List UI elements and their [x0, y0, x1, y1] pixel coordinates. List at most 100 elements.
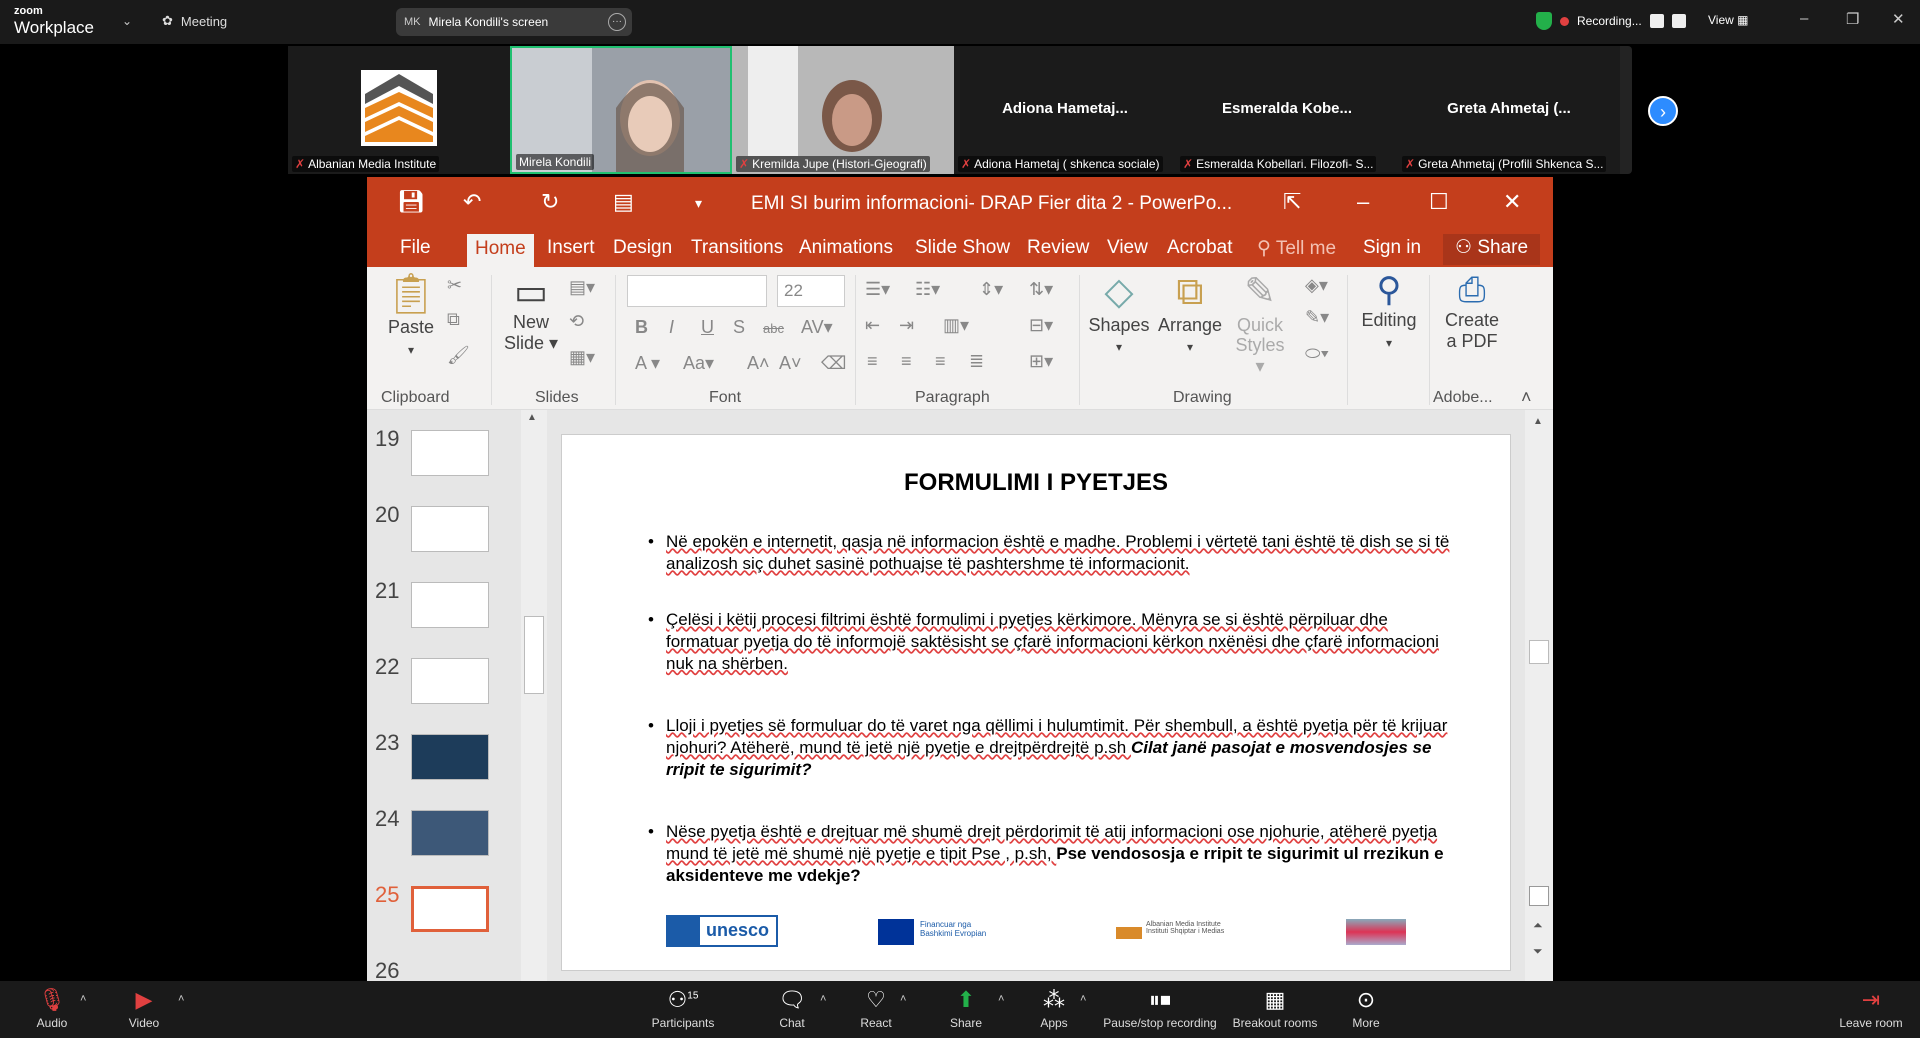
- next-page-icon[interactable]: ›: [1648, 96, 1678, 126]
- tab-tell-me[interactable]: ⚲ Tell me: [1257, 237, 1336, 260]
- tab-view[interactable]: View: [1107, 237, 1148, 259]
- participants-button[interactable]: ⚇15 Participants: [648, 989, 718, 1030]
- pause-recording-button[interactable]: ⏸⏹ Pause/stop recording: [1098, 989, 1222, 1030]
- scroll-up-icon[interactable]: ▲: [1533, 416, 1543, 427]
- tab-slide-show[interactable]: Slide Show: [915, 237, 1010, 259]
- slide-thumbnail[interactable]: [411, 506, 489, 552]
- react-button[interactable]: ♡ React: [858, 989, 894, 1030]
- leave-room-button[interactable]: ⇥ Leave room: [1836, 989, 1906, 1030]
- smartart-icon[interactable]: ⊞▾: [1029, 351, 1053, 372]
- tab-design[interactable]: Design: [613, 237, 672, 259]
- create-pdf-button[interactable]: ⎙ Create a PDF: [1435, 271, 1509, 351]
- scroll-box[interactable]: [1529, 886, 1549, 906]
- font-color-icon[interactable]: A ▾: [635, 353, 660, 374]
- share-button[interactable]: ⚇ Share: [1443, 234, 1541, 265]
- participant-tile[interactable]: ✗ Kremilda Jupe (Histori-Gjeografi): [732, 46, 954, 174]
- quick-styles-button[interactable]: ✎ Quick Styles ▾: [1229, 271, 1291, 377]
- slide-thumbnail[interactable]: [411, 430, 489, 476]
- participant-tile-active[interactable]: Mirela Kondili: [510, 46, 732, 174]
- align-text-icon[interactable]: ⊟▾: [1029, 315, 1053, 336]
- new-slide-button[interactable]: ▭ New Slide ▾: [499, 271, 563, 354]
- shape-effects-icon[interactable]: ⬭▾: [1305, 343, 1329, 364]
- clear-format-icon[interactable]: ⌫: [821, 353, 846, 374]
- slide-scrollbar[interactable]: ▲ ⏶ ⏷: [1525, 410, 1553, 981]
- tab-file[interactable]: File: [400, 237, 431, 259]
- align-right-icon[interactable]: ≡: [935, 351, 946, 372]
- bold-icon[interactable]: B: [635, 317, 648, 338]
- breakout-rooms-button[interactable]: ▦ Breakout rooms: [1230, 989, 1320, 1030]
- strikethrough-icon[interactable]: abc: [763, 321, 784, 336]
- numbering-icon[interactable]: ☷▾: [915, 279, 940, 300]
- layout-icon[interactable]: ▤▾: [569, 277, 595, 298]
- share-screen-button[interactable]: ⬆ Share: [948, 989, 984, 1030]
- tab-home[interactable]: Home: [467, 234, 534, 267]
- more-options-icon[interactable]: ···: [608, 13, 626, 31]
- undo-icon[interactable]: ↶: [463, 189, 481, 215]
- font-size-input[interactable]: 22: [777, 275, 845, 307]
- change-case-icon[interactable]: Aa▾: [683, 353, 714, 374]
- italic-icon[interactable]: I: [669, 317, 674, 338]
- ribbon-display-icon[interactable]: ⇱: [1283, 189, 1301, 215]
- current-slide[interactable]: FORMULIMI I PYETJES Në epokën e internet…: [561, 434, 1511, 971]
- meeting-button[interactable]: ✿ Meeting: [162, 13, 227, 29]
- slide-thumbnail-selected[interactable]: [411, 886, 489, 932]
- editing-button[interactable]: ⚲ Editing ▾: [1355, 271, 1423, 351]
- scroll-up-icon[interactable]: ▲: [527, 412, 537, 423]
- sign-in-link[interactable]: Sign in: [1363, 237, 1421, 259]
- minimize-icon[interactable]: –: [1800, 10, 1808, 27]
- decrease-font-icon[interactable]: A˅: [779, 353, 802, 374]
- slide-thumbnail[interactable]: [411, 810, 489, 856]
- increase-font-icon[interactable]: A˄: [747, 353, 770, 374]
- format-painter-icon[interactable]: 🖌︎: [447, 345, 470, 366]
- tab-animations[interactable]: Animations: [799, 237, 893, 259]
- chevron-up-icon[interactable]: ˄: [178, 993, 184, 1005]
- chevron-up-icon[interactable]: ˄: [80, 993, 86, 1005]
- save-icon[interactable]: 💾︎: [397, 189, 425, 215]
- tab-insert[interactable]: Insert: [547, 237, 595, 259]
- decrease-indent-icon[interactable]: ⇤: [865, 315, 880, 336]
- ppt-maximize-icon[interactable]: ☐: [1429, 189, 1449, 215]
- apps-button[interactable]: ⁂ Apps: [1036, 989, 1072, 1030]
- view-button[interactable]: View ▦: [1708, 13, 1748, 27]
- scroll-thumb[interactable]: [524, 616, 544, 694]
- participant-tile[interactable]: Esmeralda Kobe... ✗ Esmeralda Kobellari. …: [1176, 46, 1398, 174]
- tab-acrobat[interactable]: Acrobat: [1167, 237, 1232, 259]
- align-center-icon[interactable]: ≡: [901, 351, 912, 372]
- bullets-icon[interactable]: ☰▾: [865, 279, 890, 300]
- columns-icon[interactable]: ▥▾: [943, 315, 969, 336]
- chevron-down-icon[interactable]: ⌄: [122, 14, 132, 28]
- cut-icon[interactable]: ✂: [447, 275, 462, 296]
- shape-fill-icon[interactable]: ◈▾: [1305, 275, 1328, 296]
- screen-share-pill[interactable]: MK Mirela Kondili's screen ···: [396, 8, 632, 36]
- slide-thumbnail[interactable]: [411, 658, 489, 704]
- arrange-button[interactable]: ⧉ Arrange ▾: [1153, 271, 1227, 356]
- slide-thumbnail[interactable]: [411, 582, 489, 628]
- shadow-icon[interactable]: S: [733, 317, 745, 338]
- more-button[interactable]: ⊙ More: [1348, 989, 1384, 1030]
- slide-thumbnail[interactable]: [411, 734, 489, 780]
- video-button[interactable]: ▶︎ Video: [126, 989, 162, 1030]
- chevron-up-icon[interactable]: ˄: [820, 993, 826, 1005]
- justify-icon[interactable]: ≣: [969, 351, 984, 372]
- text-direction-icon[interactable]: ⇅▾: [1029, 279, 1053, 300]
- tab-review[interactable]: Review: [1027, 237, 1089, 259]
- chevron-up-icon[interactable]: ˄: [1080, 993, 1086, 1005]
- audio-button[interactable]: 🎙︎ Audio: [34, 989, 70, 1030]
- collapse-ribbon-icon[interactable]: ˄: [1521, 387, 1532, 408]
- scroll-thumb[interactable]: [1529, 640, 1549, 664]
- stop-recording-icon[interactable]: [1671, 14, 1686, 28]
- copy-icon[interactable]: ⧉: [447, 309, 460, 330]
- redo-icon[interactable]: ↻: [541, 189, 559, 215]
- tab-transitions[interactable]: Transitions: [691, 237, 783, 259]
- ppt-close-icon[interactable]: ✕: [1503, 189, 1521, 215]
- presentation-icon[interactable]: ▤: [613, 189, 634, 215]
- chevron-up-icon[interactable]: ˄: [900, 993, 906, 1005]
- shape-outline-icon[interactable]: ✎▾: [1305, 307, 1329, 328]
- paste-button[interactable]: 📋︎ Paste ▾: [381, 271, 441, 358]
- align-left-icon[interactable]: ≡: [867, 351, 878, 372]
- zoom-logo[interactable]: zoom Workplace: [14, 6, 94, 37]
- participant-tile[interactable]: ✗ Albanian Media Institute: [288, 46, 510, 174]
- next-slide-icon[interactable]: ⏷: [1533, 944, 1543, 959]
- section-icon[interactable]: ▦▾: [569, 347, 595, 368]
- shapes-button[interactable]: ◇ Shapes ▾: [1087, 271, 1151, 356]
